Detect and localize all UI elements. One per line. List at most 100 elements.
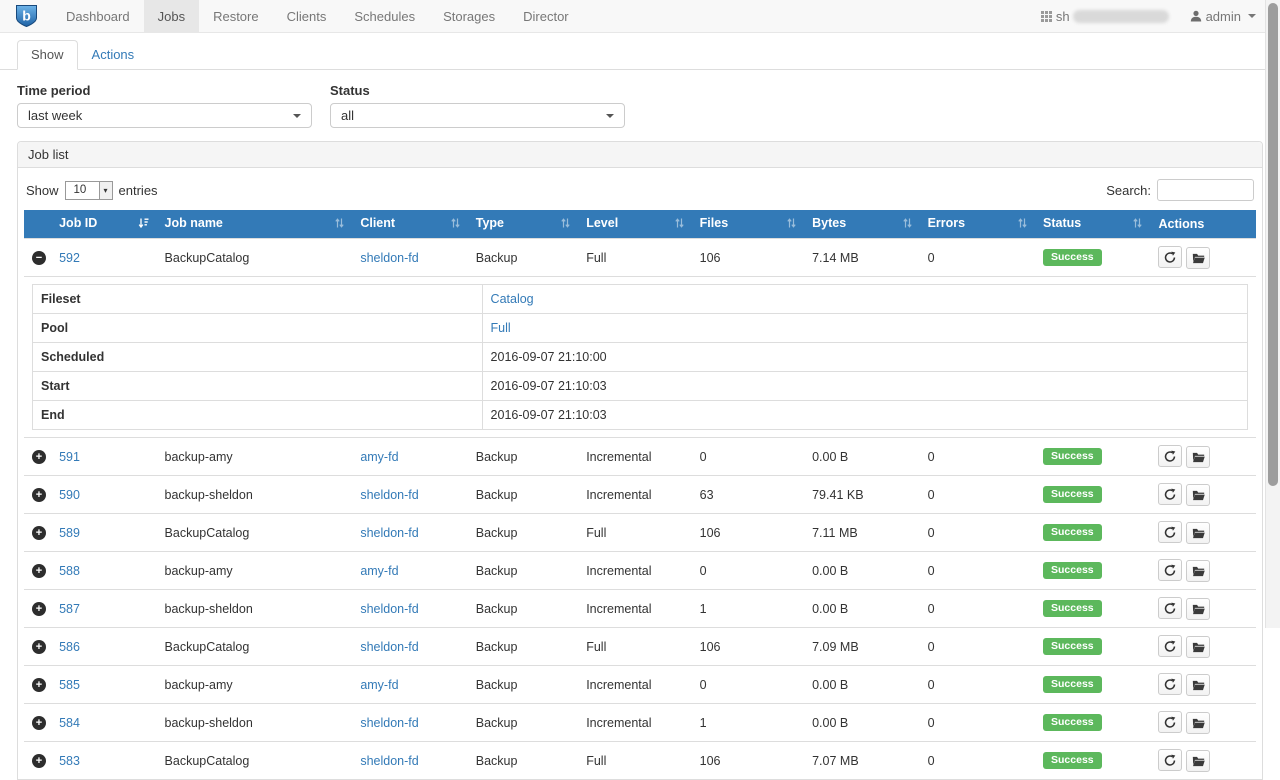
nav-item-schedules[interactable]: Schedules bbox=[340, 0, 429, 32]
detail-label: Scheduled bbox=[33, 343, 483, 372]
job-id-link[interactable]: 591 bbox=[59, 450, 80, 464]
rerun-job-button[interactable] bbox=[1158, 749, 1182, 771]
client-link[interactable]: sheldon-fd bbox=[360, 488, 418, 502]
level-cell: Incremental bbox=[578, 476, 691, 514]
nav-item-storages[interactable]: Storages bbox=[429, 0, 509, 32]
column-header-status[interactable]: Status bbox=[1035, 210, 1150, 239]
time-period-select[interactable]: last week bbox=[17, 103, 312, 128]
job-id-link[interactable]: 590 bbox=[59, 488, 80, 502]
tab-show[interactable]: Show bbox=[17, 40, 78, 70]
status-value: all bbox=[341, 108, 354, 123]
client-cell: sheldon-fd bbox=[352, 704, 467, 742]
column-header-bytes[interactable]: Bytes bbox=[804, 210, 919, 239]
expand-row-icon[interactable]: + bbox=[32, 678, 46, 692]
table-row-job-584: +584backup-sheldonsheldon-fdBackupIncrem… bbox=[24, 704, 1256, 742]
expand-row-icon[interactable]: + bbox=[32, 526, 46, 540]
job-id-link[interactable]: 584 bbox=[59, 716, 80, 730]
fileset-link[interactable]: Catalog bbox=[491, 292, 534, 306]
column-header-type[interactable]: Type bbox=[468, 210, 578, 239]
browse-job-button[interactable] bbox=[1186, 712, 1210, 734]
job-id-link[interactable]: 587 bbox=[59, 602, 80, 616]
hostname-prefix: sh bbox=[1056, 9, 1070, 24]
expand-row-icon[interactable]: + bbox=[32, 716, 46, 730]
column-header-level[interactable]: Level bbox=[578, 210, 691, 239]
nav-item-dashboard[interactable]: Dashboard bbox=[52, 0, 144, 32]
tab-actions[interactable]: Actions bbox=[78, 40, 149, 70]
search-control: Search: bbox=[1106, 179, 1254, 201]
job-name-cell: backup-sheldon bbox=[157, 476, 353, 514]
browse-job-button[interactable] bbox=[1186, 636, 1210, 658]
search-label: Search: bbox=[1106, 183, 1151, 198]
rerun-job-button[interactable] bbox=[1158, 559, 1182, 581]
column-header-errors[interactable]: Errors bbox=[920, 210, 1035, 239]
rerun-job-button[interactable] bbox=[1158, 635, 1182, 657]
rerun-job-button[interactable] bbox=[1158, 445, 1182, 467]
svg-text:b: b bbox=[22, 7, 31, 23]
nav-item-jobs[interactable]: Jobs bbox=[144, 0, 199, 32]
client-link[interactable]: amy-fd bbox=[360, 564, 398, 578]
expand-row-icon[interactable]: + bbox=[32, 754, 46, 768]
rerun-job-button[interactable] bbox=[1158, 673, 1182, 695]
client-link[interactable]: amy-fd bbox=[360, 678, 398, 692]
collapse-row-icon[interactable]: − bbox=[32, 251, 46, 265]
actions-cell bbox=[1150, 704, 1256, 742]
job-name-cell: BackupCatalog bbox=[157, 628, 353, 666]
browse-job-button[interactable] bbox=[1186, 560, 1210, 582]
rerun-job-button[interactable] bbox=[1158, 246, 1182, 268]
column-header-files[interactable]: Files bbox=[692, 210, 804, 239]
job-id-link[interactable]: 585 bbox=[59, 678, 80, 692]
client-link[interactable]: sheldon-fd bbox=[360, 526, 418, 540]
job-id-link[interactable]: 589 bbox=[59, 526, 80, 540]
client-cell: sheldon-fd bbox=[352, 514, 467, 552]
entries-select[interactable]: 10 ▾ bbox=[65, 181, 113, 200]
job-id-link[interactable]: 592 bbox=[59, 251, 80, 265]
pool-link[interactable]: Full bbox=[491, 321, 511, 335]
browse-job-button[interactable] bbox=[1186, 674, 1210, 696]
status-badge: Success bbox=[1043, 249, 1102, 266]
job-id-link[interactable]: 588 bbox=[59, 564, 80, 578]
brand-logo[interactable]: b bbox=[15, 0, 38, 32]
status-select[interactable]: all bbox=[330, 103, 625, 128]
nav-item-director[interactable]: Director bbox=[509, 0, 583, 32]
client-link[interactable]: amy-fd bbox=[360, 450, 398, 464]
rerun-job-button[interactable] bbox=[1158, 483, 1182, 505]
nav-item-restore[interactable]: Restore bbox=[199, 0, 273, 32]
job-table-body: −592BackupCatalogsheldon-fdBackupFull106… bbox=[24, 239, 1256, 780]
rerun-job-button[interactable] bbox=[1158, 597, 1182, 619]
client-link[interactable]: sheldon-fd bbox=[360, 602, 418, 616]
expand-row-icon[interactable]: + bbox=[32, 602, 46, 616]
job-id-link[interactable]: 586 bbox=[59, 640, 80, 654]
browse-job-button[interactable] bbox=[1186, 484, 1210, 506]
rerun-job-button[interactable] bbox=[1158, 711, 1182, 733]
browse-job-button[interactable] bbox=[1186, 446, 1210, 468]
actions-cell bbox=[1150, 438, 1256, 476]
caret-down-icon bbox=[1248, 14, 1256, 18]
job-id-link[interactable]: 583 bbox=[59, 754, 80, 768]
scrollbar-thumb[interactable] bbox=[1268, 3, 1278, 486]
browse-job-button[interactable] bbox=[1186, 247, 1210, 269]
browse-job-button[interactable] bbox=[1186, 598, 1210, 620]
browse-job-button[interactable] bbox=[1186, 750, 1210, 772]
expand-row-icon[interactable]: + bbox=[32, 564, 46, 578]
expand-row-icon[interactable]: + bbox=[32, 488, 46, 502]
column-header-job-id[interactable]: Job ID bbox=[51, 210, 156, 239]
nav-item-clients[interactable]: Clients bbox=[273, 0, 341, 32]
column-header-client[interactable]: Client bbox=[352, 210, 467, 239]
client-link[interactable]: sheldon-fd bbox=[360, 754, 418, 768]
browse-job-button[interactable] bbox=[1186, 522, 1210, 544]
client-link[interactable]: sheldon-fd bbox=[360, 251, 418, 265]
expand-row-icon[interactable]: + bbox=[32, 450, 46, 464]
search-input[interactable] bbox=[1157, 179, 1254, 201]
scrollbar-track[interactable] bbox=[1265, 0, 1280, 628]
client-link[interactable]: sheldon-fd bbox=[360, 716, 418, 730]
expand-row-icon[interactable]: + bbox=[32, 640, 46, 654]
show-label: Show bbox=[26, 183, 59, 198]
files-cell: 0 bbox=[692, 666, 804, 704]
rerun-job-button[interactable] bbox=[1158, 521, 1182, 543]
user-menu[interactable]: admin bbox=[1190, 9, 1256, 24]
bytes-cell: 7.07 MB bbox=[804, 742, 919, 780]
column-header-job-name[interactable]: Job name bbox=[157, 210, 353, 239]
client-link[interactable]: sheldon-fd bbox=[360, 640, 418, 654]
table-row-job-587: +587backup-sheldonsheldon-fdBackupIncrem… bbox=[24, 590, 1256, 628]
column-header-expand bbox=[24, 210, 51, 239]
